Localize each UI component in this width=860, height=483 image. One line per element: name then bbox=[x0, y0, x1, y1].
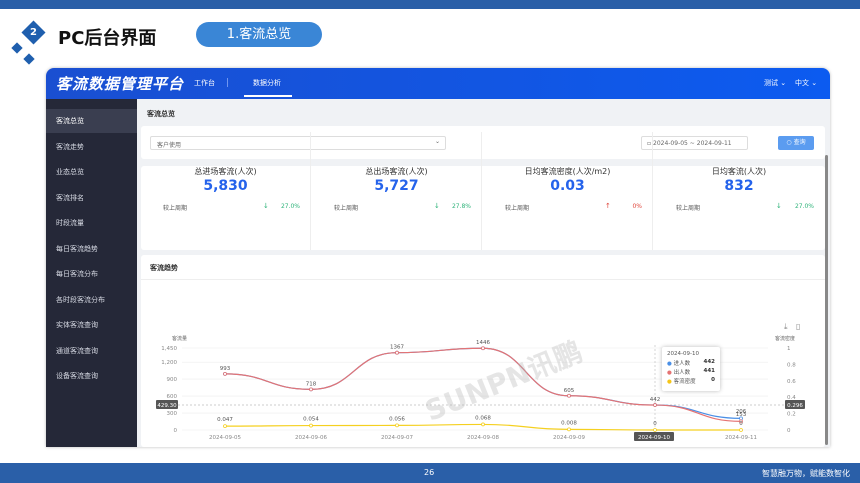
density-label: 0.056 bbox=[389, 416, 405, 422]
data-label: 1446 bbox=[476, 340, 490, 346]
density-label: 0 bbox=[653, 421, 657, 427]
data-label: 993 bbox=[220, 366, 231, 372]
slogan: 智慧融万物，赋能数智化 bbox=[762, 469, 850, 478]
data-point bbox=[567, 393, 571, 398]
data-point bbox=[395, 350, 399, 355]
density-label: 0.054 bbox=[303, 417, 319, 423]
y-tick-left: 0 bbox=[174, 428, 178, 434]
tooltip-row: ● 客流密度 0 bbox=[667, 377, 715, 386]
tooltip-value: 441 bbox=[703, 368, 715, 374]
data-point bbox=[739, 428, 743, 432]
density-label: 0 bbox=[739, 421, 743, 427]
tooltip-series: 出人数 bbox=[673, 370, 691, 376]
crosshair-x-value: 2024-09-10 bbox=[638, 435, 670, 441]
bottom-bar: 26 智慧融万物，赋能数智化 bbox=[0, 463, 860, 483]
y-tick-right: 0.8 bbox=[787, 362, 796, 368]
y-tick-left: 300 bbox=[167, 411, 178, 417]
density-label: 0.047 bbox=[217, 417, 233, 423]
y-tick-right: 1 bbox=[787, 346, 791, 352]
y-tick-right: 0.6 bbox=[787, 379, 796, 385]
crosshair-right-value: 0.296 bbox=[787, 403, 803, 409]
data-point bbox=[653, 403, 657, 407]
data-label: 718 bbox=[306, 381, 317, 387]
x-tick: 2024-09-07 bbox=[381, 435, 413, 441]
data-point bbox=[481, 346, 485, 351]
density-label: 0.008 bbox=[561, 420, 577, 426]
y-axis-label-right: 客流密度 bbox=[775, 335, 795, 342]
x-tick: 2024-09-11 bbox=[725, 435, 757, 441]
data-point bbox=[223, 371, 227, 376]
y-tick-left: 1,200 bbox=[161, 360, 177, 366]
legend-dot-icon: ● bbox=[667, 370, 672, 376]
tooltip-value: 0 bbox=[711, 377, 715, 383]
legend-dot-icon: ● bbox=[667, 379, 672, 385]
x-tick: 2024-09-09 bbox=[553, 435, 585, 441]
document-icon[interactable]: ▯ bbox=[796, 322, 800, 331]
data-point bbox=[567, 427, 571, 432]
data-label: 605 bbox=[564, 388, 575, 394]
x-tick: 2024-09-06 bbox=[295, 435, 327, 441]
y-axis-label-left: 客流量 bbox=[172, 335, 187, 342]
y-tick-left: 600 bbox=[167, 394, 178, 400]
y-tick-left: 900 bbox=[167, 377, 178, 383]
y-tick-left: 1,450 bbox=[161, 346, 177, 352]
download-icon[interactable]: ⤓ bbox=[784, 322, 788, 332]
tooltip-value: 442 bbox=[703, 359, 715, 365]
density-label: 0.068 bbox=[475, 415, 491, 421]
data-point bbox=[309, 423, 313, 428]
data-point bbox=[653, 428, 657, 432]
y-tick-right: 0.2 bbox=[787, 412, 796, 418]
tooltip-row: ● 进人数 442 bbox=[667, 359, 715, 368]
tooltip-row: ● 出人数 441 bbox=[667, 368, 715, 377]
x-tick: 2024-09-08 bbox=[467, 435, 499, 441]
data-label: 153 bbox=[736, 412, 747, 418]
data-label: 1367 bbox=[390, 345, 404, 351]
tooltip-title: 2024-09-10 bbox=[667, 351, 699, 357]
data-point bbox=[223, 424, 227, 429]
legend-dot-icon: ● bbox=[667, 361, 672, 367]
data-point bbox=[309, 387, 313, 392]
chart-tooltip: 2024-09-10 ● 进人数 442 ● 出人数 441 ● 客流密度 0 bbox=[662, 347, 720, 391]
x-tick: 2024-09-05 bbox=[209, 435, 241, 441]
data-point bbox=[481, 422, 485, 427]
crosshair-left-value: 429.30 bbox=[157, 403, 177, 409]
page-number: 26 bbox=[424, 468, 435, 477]
data-label: 442 bbox=[650, 397, 661, 403]
y-tick-right: 0 bbox=[787, 428, 791, 434]
data-point bbox=[395, 423, 399, 428]
tooltip-series: 进人数 bbox=[673, 361, 691, 367]
tooltip-series: 客流密度 bbox=[673, 379, 696, 385]
